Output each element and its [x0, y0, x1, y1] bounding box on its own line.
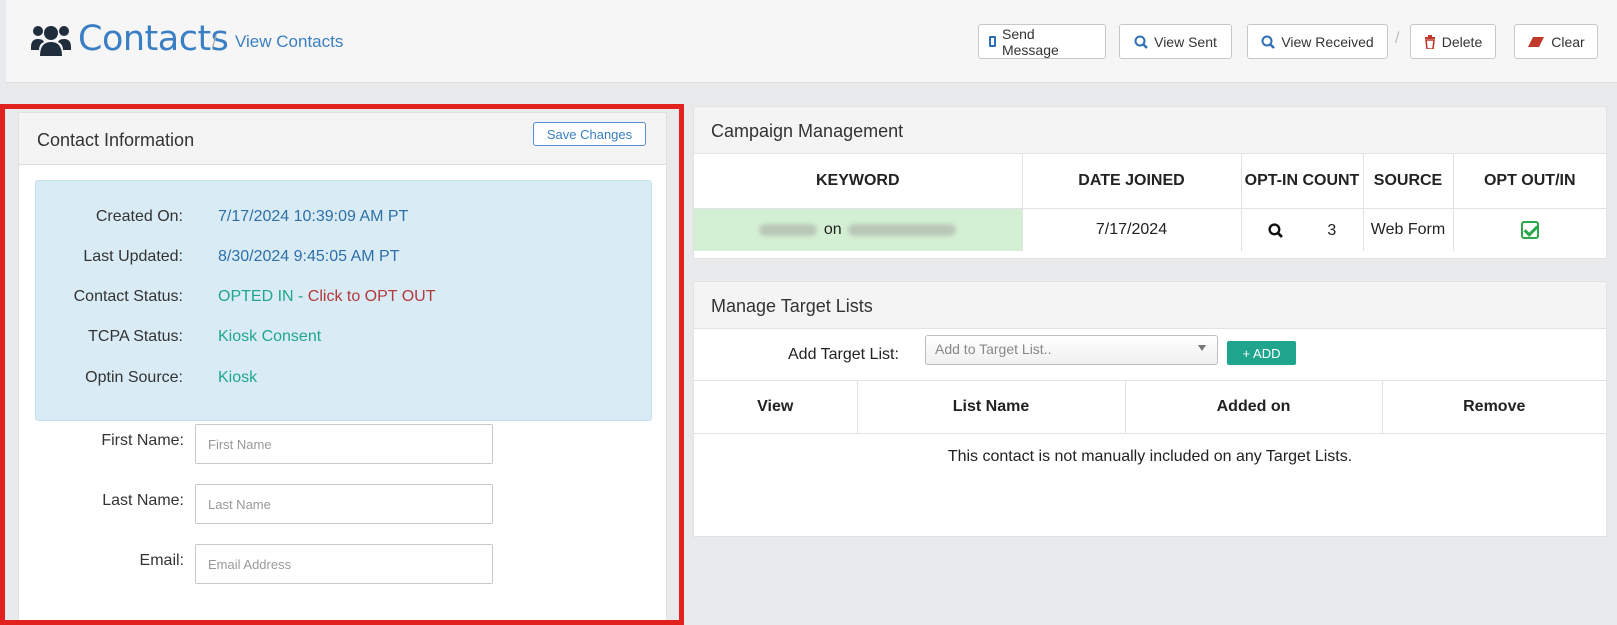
- column-header-date-joined: DATE JOINED: [1022, 154, 1242, 209]
- view-received-label: View Received: [1281, 33, 1374, 50]
- campaign-management-title: Campaign Management: [711, 121, 904, 141]
- target-list-select[interactable]: Add to Target List..: [925, 335, 1218, 365]
- send-message-button[interactable]: Send Message: [978, 24, 1106, 59]
- breadcrumb[interactable]: View Contacts: [235, 32, 343, 52]
- column-header-optin-count: OPT-IN COUNT: [1241, 154, 1364, 209]
- target-lists-table: View List Name Added on Remove This cont…: [694, 381, 1606, 529]
- search-icon: [1134, 35, 1148, 49]
- column-header-source: SOURCE: [1363, 154, 1454, 209]
- target-list-select-placeholder: Add to Target List..: [935, 341, 1052, 357]
- opt-out-in-cell: [1453, 208, 1606, 251]
- add-target-list-button[interactable]: + ADD: [1227, 341, 1296, 365]
- delete-label: Delete: [1441, 33, 1483, 50]
- manage-target-lists-header: Manage Target Lists: [694, 282, 1606, 329]
- column-header-view: View: [694, 381, 858, 434]
- chevron-down-icon: [1198, 345, 1206, 351]
- clear-label: Clear: [1551, 33, 1585, 50]
- keyword-connector: on: [823, 220, 842, 238]
- column-header-opt-out-in: OPT OUT/IN: [1453, 154, 1606, 209]
- keyword-cell: on: [694, 208, 1023, 251]
- page-title: Contacts: [78, 19, 229, 59]
- users-icon: [31, 26, 71, 56]
- add-target-list-row: Add Target List: Add to Target List.. + …: [694, 329, 1606, 381]
- search-icon: [1261, 35, 1276, 49]
- toolbar-separator: /: [1395, 30, 1400, 47]
- column-header-list-name: List Name: [857, 381, 1126, 434]
- campaign-management-header: Campaign Management: [694, 107, 1606, 154]
- send-message-label: Send Message: [1001, 25, 1059, 58]
- trash-icon: [1424, 34, 1435, 49]
- column-header-remove: Remove: [1382, 381, 1606, 434]
- eraser-icon: [1528, 36, 1545, 47]
- view-sent-button[interactable]: View Sent: [1119, 24, 1232, 59]
- delete-button[interactable]: Delete: [1410, 24, 1496, 59]
- checkbox-checked-icon[interactable]: [1520, 220, 1539, 239]
- column-header-keyword: KEYWORD: [694, 154, 1023, 209]
- search-icon[interactable]: [1268, 220, 1288, 239]
- view-received-button[interactable]: View Received: [1247, 24, 1388, 59]
- target-lists-header-row: View List Name Added on Remove: [694, 381, 1606, 434]
- date-joined-cell: 7/17/2024: [1022, 208, 1242, 251]
- optin-count-cell: 3: [1241, 208, 1364, 251]
- mobile-icon: [989, 36, 996, 47]
- view-sent-label: View Sent: [1154, 33, 1217, 50]
- manage-target-lists-title: Manage Target Lists: [711, 296, 873, 316]
- campaign-header-row: KEYWORD DATE JOINED OPT-IN COUNT SOURCE …: [694, 154, 1606, 209]
- add-target-list-label: Add Target List:: [788, 346, 899, 363]
- column-header-added-on: Added on: [1125, 381, 1383, 434]
- empty-message: This contact is not manually included on…: [947, 447, 1353, 465]
- redacted-campaign: [848, 223, 957, 236]
- clear-button[interactable]: Clear: [1514, 24, 1598, 59]
- highlight-outline: [0, 104, 684, 625]
- campaign-management-panel: Campaign Management KEYWORD DATE JOINED …: [693, 106, 1607, 259]
- empty-row: This contact is not manually included on…: [694, 433, 1606, 529]
- campaign-table: KEYWORD DATE JOINED OPT-IN COUNT SOURCE …: [694, 154, 1606, 251]
- table-row: on 7/17/2024 3 Web Form: [694, 208, 1606, 251]
- redacted-keyword: [759, 223, 818, 236]
- breadcrumb-separator: /: [212, 32, 217, 51]
- manage-target-lists-panel: Manage Target Lists Add Target List: Add…: [693, 281, 1607, 537]
- optin-count-value: 3: [1327, 221, 1337, 239]
- source-cell: Web Form: [1363, 208, 1454, 251]
